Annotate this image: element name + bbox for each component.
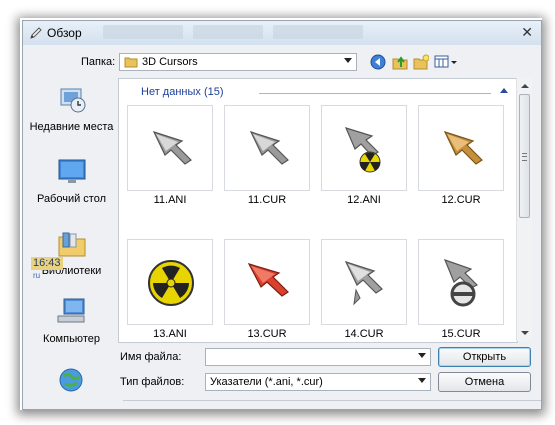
file-name: 12.CUR <box>441 194 481 206</box>
folder-icon <box>124 57 138 68</box>
filetype-select[interactable]: Указатели (*.ani, *.cur) <box>205 373 431 391</box>
group-header[interactable]: Нет данных (15) <box>119 79 517 99</box>
gray-arrow-cursor-icon <box>152 131 192 165</box>
place-recent-label: Недавние места <box>29 121 114 133</box>
place-computer[interactable]: Компьютер <box>29 297 114 346</box>
libraries-icon <box>58 232 85 257</box>
file-thumbnail <box>321 105 407 191</box>
background-tab-ghost-2 <box>193 25 263 39</box>
place-computer-label: Компьютер <box>43 333 100 345</box>
file-thumbnail <box>127 239 213 325</box>
vertical-scrollbar[interactable] <box>516 78 532 341</box>
file-name: 15.CUR <box>441 328 481 340</box>
red-arrow-cursor-icon <box>247 263 289 297</box>
keyboard-layout-indicator: ru <box>33 271 41 280</box>
scrollbar-thumb[interactable] <box>519 94 530 218</box>
chevron-up-icon[interactable] <box>500 88 508 93</box>
background-tab-ghost-1 <box>103 25 183 39</box>
desktop-icon <box>58 159 85 183</box>
scroll-up-icon[interactable] <box>521 84 529 88</box>
file-item[interactable]: 13.ANI <box>125 239 215 342</box>
background-tab-ghost-3 <box>273 25 363 39</box>
radiation-cursor-icon <box>148 260 194 306</box>
grip-icon <box>522 153 527 161</box>
arrow-radiation-busy-cursor-icon <box>344 127 381 173</box>
folder-label: Папка: <box>81 56 116 68</box>
file-thumbnail <box>224 105 310 191</box>
chevron-down-icon[interactable] <box>418 353 426 358</box>
file-item[interactable]: 14.CUR <box>319 239 409 342</box>
chevron-down-icon[interactable] <box>344 58 352 63</box>
filename-label: Имя файла: <box>120 351 182 363</box>
file-thumbnail <box>321 239 407 325</box>
places-bar: Недавние места Рабочий стол Библиотеки К… <box>29 81 114 401</box>
new-folder-icon[interactable] <box>413 54 429 70</box>
file-name: 11.ANI <box>153 194 187 206</box>
browse-dialog: Обзор ✕ Папка: 3D Cursors Недавние места… <box>22 20 542 410</box>
file-thumbnail <box>224 239 310 325</box>
file-name: 11.CUR <box>247 194 287 206</box>
place-libraries[interactable]: Библиотеки <box>29 229 114 278</box>
file-thumbnail <box>127 105 213 191</box>
cancel-button[interactable]: Отмена <box>438 372 531 392</box>
file-thumbnail <box>418 105 504 191</box>
place-recent[interactable]: Недавние места <box>29 85 114 134</box>
view-menu-icon[interactable] <box>434 54 458 70</box>
group-divider <box>259 93 491 94</box>
open-button[interactable]: Открыть <box>438 347 531 367</box>
file-item[interactable]: 11.ANI <box>125 105 215 210</box>
file-item[interactable]: 13.CUR <box>222 239 312 342</box>
close-icon[interactable]: ✕ <box>521 24 533 41</box>
folder-combo-value: 3D Cursors <box>142 56 198 68</box>
file-thumbnail <box>418 239 504 325</box>
window-title: Обзор <box>47 26 82 40</box>
filetype-value: Указатели (*.ani, *.cur) <box>210 376 323 388</box>
pen-icon <box>30 27 42 39</box>
place-desktop[interactable]: Рабочий стол <box>29 157 114 206</box>
arrow-help-cursor-icon <box>344 261 383 306</box>
file-name: 14.CUR <box>344 328 384 340</box>
file-name: 12.ANI <box>347 194 381 206</box>
up-folder-icon[interactable] <box>392 54 408 70</box>
chevron-down-icon[interactable] <box>418 378 426 383</box>
file-name: 13.ANI <box>153 328 187 340</box>
file-name: 13.CUR <box>247 328 287 340</box>
place-desktop-label: Рабочий стол <box>36 193 107 205</box>
group-label: Нет данных (15) <box>141 86 224 98</box>
file-item[interactable]: 15.CUR <box>416 239 506 342</box>
clock-overlay: 16:43 <box>31 257 63 270</box>
gold-arrow-cursor-icon <box>443 131 483 165</box>
arrow-no-cursor-icon <box>443 258 479 307</box>
network-icon <box>59 368 82 392</box>
recent-places-icon <box>60 88 85 113</box>
folder-combo[interactable]: 3D Cursors <box>119 53 357 71</box>
bottom-divider <box>123 400 541 401</box>
file-list[interactable]: Нет данных (15) 11.ANI 11.CUR 12.ANI 12.… <box>118 78 518 343</box>
file-item[interactable]: 11.CUR <box>222 105 312 210</box>
place-network[interactable] <box>29 365 114 401</box>
computer-icon <box>57 298 84 323</box>
file-item[interactable]: 12.CUR <box>416 105 506 210</box>
filetype-label: Тип файлов: <box>120 376 185 388</box>
back-icon[interactable] <box>370 54 386 70</box>
gray-arrow-cursor-icon <box>249 131 289 165</box>
scroll-down-icon[interactable] <box>521 331 529 335</box>
file-item[interactable]: 12.ANI <box>319 105 409 210</box>
filename-field[interactable] <box>205 348 431 366</box>
title-bar[interactable]: Обзор ✕ <box>23 21 541 45</box>
